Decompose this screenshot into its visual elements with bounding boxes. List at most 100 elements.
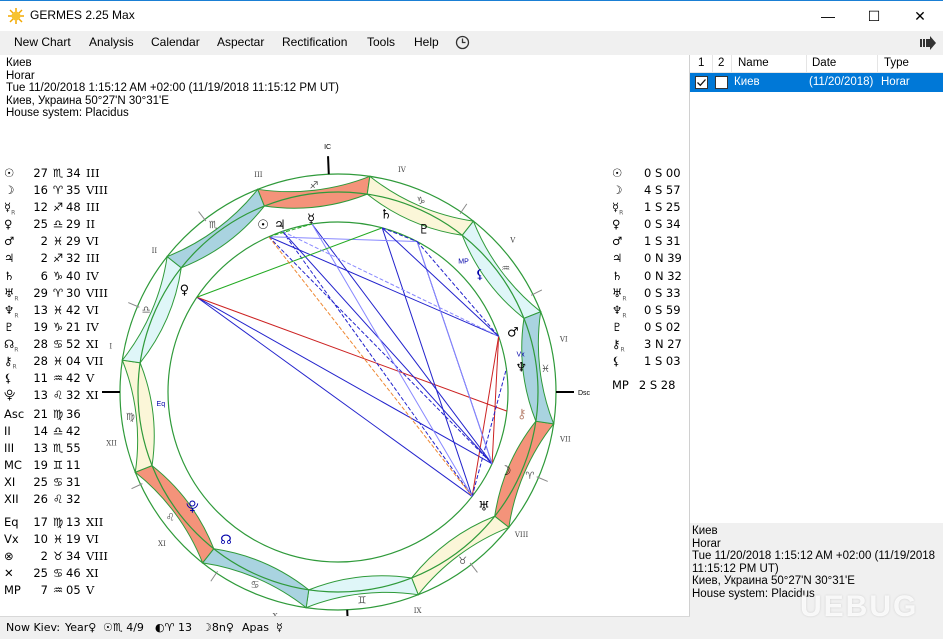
planet-minute: 42 [66, 302, 81, 317]
planet-degree: 2 [40, 234, 48, 249]
cusp-minute: 32 [66, 492, 81, 507]
house-cusp-tick [459, 203, 468, 215]
cusp-minute: 36 [66, 407, 81, 421]
house-number-label: IX [414, 607, 422, 615]
menu-calendar[interactable]: Calendar [151, 35, 200, 49]
planet-minute: 52 [66, 336, 81, 351]
planet-minute: 34 [66, 166, 81, 180]
planet-wheel-icon: ♃ [274, 218, 286, 233]
column-separator[interactable] [877, 55, 878, 73]
planet-glyph-icon: ⚸ [4, 371, 13, 386]
chart-datetime: Tue 11/20/2018 1:15:12 AM +02:00 (11/19/… [6, 82, 339, 94]
column-header-2[interactable]: 2 [718, 57, 724, 69]
extra-point-label: Vx [4, 532, 19, 547]
column-separator[interactable] [806, 55, 807, 73]
menu-new-chart[interactable]: New Chart [14, 35, 71, 49]
sign-segment [201, 548, 310, 609]
chart-list-header: 1 2 Name Date Type [690, 55, 943, 73]
planet-minute: 29 [66, 217, 81, 232]
cusp-sign-icon: ♏ [52, 441, 64, 456]
planet-degree: 2 [40, 251, 48, 266]
cusp-minute: 11 [66, 458, 81, 473]
cusp-degree: 26 [33, 492, 48, 507]
planet-sign-icon: ♑ [52, 268, 64, 283]
cusp-degree: 14 [33, 424, 48, 439]
maximize-button[interactable]: ☐ [851, 1, 897, 31]
latitude-value: 0 S 34 [644, 217, 681, 232]
planet-degree: 12 [33, 200, 48, 215]
aspect-line [196, 296, 508, 412]
close-icon: ✕ [914, 7, 926, 24]
planet-degree: 28 [33, 354, 48, 369]
planet-wheel-icon: ⯓ [186, 500, 199, 515]
clock-icon[interactable] [455, 35, 470, 50]
chart-wheel[interactable]: ♈♉♊♋♌♍♎♏♐♑♒♓AscDscMCICIIIIIIIVVVIVIIVIII… [100, 100, 600, 620]
planet-wheel-icon: ☽ [500, 464, 512, 479]
column-header-date[interactable]: Date [812, 57, 836, 69]
planet-house: IV [86, 319, 99, 334]
chart-panel: Киев Horar Tue 11/20/2018 1:15:12 AM +02… [0, 55, 690, 620]
aspect-line [381, 227, 473, 497]
planet-glyph-icon: ☽ [612, 183, 623, 198]
planet-glyph-icon: ♃ [612, 251, 623, 266]
minimize-button[interactable]: — [805, 1, 851, 31]
aspect-line [282, 230, 499, 337]
planet-wheel-icon: ☿ [307, 212, 315, 227]
extra-point-label: MP [4, 583, 21, 598]
extra-point-sign-icon: ♒ [52, 583, 64, 598]
arrow-right-icon[interactable] [920, 36, 936, 50]
house-cusp-tick [530, 289, 543, 296]
planet-glyph-icon: ♀ [612, 217, 621, 232]
planet-wheel-icon: ♅ [478, 500, 490, 515]
column-header-name[interactable]: Name [738, 57, 769, 69]
house-number-label: IV [398, 166, 407, 174]
menu-rectification[interactable]: Rectification [282, 35, 347, 49]
column-separator[interactable] [731, 55, 732, 73]
house-number-label: II [152, 247, 158, 255]
planet-sign-icon: ♏ [52, 166, 64, 180]
chart-list-row[interactable]: Киев (11/20/2018) Horar [690, 73, 943, 92]
latitude-value: 0 S 59 [644, 302, 681, 317]
zodiac-sign-icon: ♎ [142, 305, 151, 316]
checkbox-2[interactable] [715, 76, 728, 89]
menu-tools[interactable]: Tools [367, 35, 395, 49]
planet-degree: 6 [40, 268, 48, 283]
extra-point-label: Eq [4, 515, 19, 529]
house-cusp-tick [198, 211, 207, 222]
cusp-label: Asc [4, 407, 25, 421]
house-number-label: XI [158, 540, 166, 548]
planet-sign-icon: ♈ [52, 183, 64, 198]
checkbox-1[interactable] [695, 76, 708, 89]
watermark: UEBUG [800, 590, 919, 623]
column-header-1[interactable]: 1 [698, 57, 704, 69]
extra-point-sign-icon: ♍ [52, 515, 64, 529]
ic-axis [327, 156, 330, 175]
planet-minute: 32 [66, 251, 81, 266]
retrograde-mark: R [620, 346, 625, 354]
cusp-sign-icon: ♍ [52, 407, 64, 421]
planet-glyph-icon: ☉ [612, 166, 623, 180]
cusp-sign-icon: ♋ [52, 475, 64, 490]
cusp-minute: 31 [66, 475, 81, 490]
planet-house: II [86, 217, 96, 232]
planet-degree: 16 [33, 183, 48, 198]
planet-wheel-icon: ⚸ [475, 267, 485, 282]
latitude-value: 1 S 03 [644, 354, 681, 369]
dsc-axis-label: Dsc [578, 390, 591, 397]
status-apas-planet: ☿ [276, 621, 283, 634]
status-year: Year♀ [65, 621, 97, 634]
menu-aspectar[interactable]: Aspectar [217, 35, 264, 49]
house-number-label: V [509, 236, 516, 244]
cusp-degree: 13 [33, 441, 48, 456]
menu-analysis[interactable]: Analysis [89, 35, 134, 49]
latitude-value: 1 S 25 [644, 200, 681, 215]
planet-minute: 04 [66, 354, 81, 369]
column-separator[interactable] [712, 55, 713, 73]
planet-glyph-icon: ♀ [4, 217, 13, 232]
retrograde-mark: R [622, 294, 627, 302]
extra-point-minute: 34 [66, 549, 81, 564]
menu-help[interactable]: Help [414, 35, 439, 49]
column-header-type[interactable]: Type [884, 57, 909, 69]
close-button[interactable]: ✕ [897, 1, 943, 31]
planet-wheel-icon: ♇ [418, 222, 430, 237]
